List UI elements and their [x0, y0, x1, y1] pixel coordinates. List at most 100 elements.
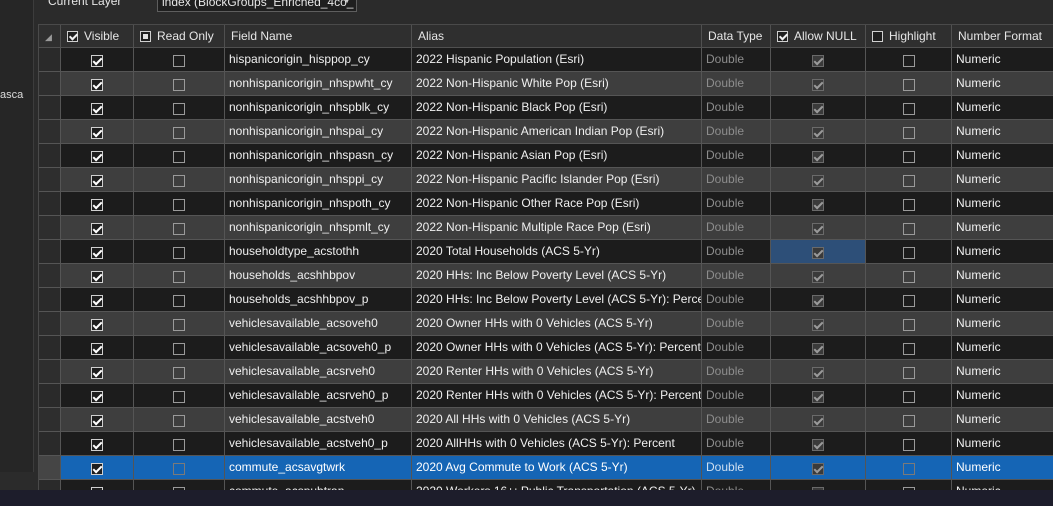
highlight-cell[interactable] [866, 336, 952, 360]
table-row[interactable]: nonhispanicorigin_nhspmlt_cy 2022 Non-His… [39, 216, 1053, 240]
read-only-cell[interactable] [134, 120, 225, 144]
alias-cell[interactable]: 2020 AllHHs with 0 Vehicles (ACS 5-Yr): … [412, 432, 702, 456]
number-format-cell[interactable]: Numeric [952, 48, 1053, 72]
read-only-checkbox[interactable] [173, 199, 185, 211]
read-only-checkbox[interactable] [173, 247, 185, 259]
row-selector[interactable] [39, 216, 61, 240]
number-format-cell[interactable]: Numeric [952, 144, 1053, 168]
number-format-cell[interactable]: Numeric [952, 288, 1053, 312]
visible-cell[interactable] [61, 456, 134, 480]
visible-cell[interactable] [61, 360, 134, 384]
read-only-cell[interactable] [134, 312, 225, 336]
highlight-checkbox[interactable] [902, 367, 915, 379]
allow-null-cell[interactable] [771, 288, 866, 312]
column-header-number-format[interactable]: Number Format [952, 25, 1053, 48]
read-only-cell[interactable] [134, 72, 225, 96]
table-row[interactable]: vehiclesavailable_acstveh0_p 2020 AllHHs … [39, 432, 1053, 456]
visible-cell[interactable] [61, 288, 134, 312]
highlight-checkbox[interactable] [902, 79, 915, 91]
visible-checkbox[interactable] [91, 127, 103, 139]
visible-checkbox[interactable] [91, 79, 103, 91]
visible-cell[interactable] [61, 240, 134, 264]
row-selector[interactable] [39, 192, 61, 216]
visible-checkbox[interactable] [91, 367, 103, 379]
alias-cell[interactable]: 2022 Non-Hispanic Other Race Pop (Esri) [412, 192, 702, 216]
visible-cell[interactable] [61, 144, 134, 168]
column-header-field-name[interactable]: Field Name [225, 25, 412, 48]
read-only-checkbox[interactable] [173, 367, 185, 379]
visible-checkbox[interactable] [91, 319, 103, 331]
read-only-checkbox[interactable] [173, 439, 185, 451]
highlight-cell[interactable] [866, 96, 952, 120]
visible-cell[interactable] [61, 168, 134, 192]
highlight-cell[interactable] [866, 120, 952, 144]
number-format-cell[interactable]: Numeric [952, 432, 1053, 456]
field-name-cell[interactable]: hispanicorigin_hisppop_cy [225, 48, 412, 72]
number-format-cell[interactable]: Numeric [952, 240, 1053, 264]
read-only-cell[interactable] [134, 408, 225, 432]
visible-cell[interactable] [61, 216, 134, 240]
field-name-cell[interactable]: vehiclesavailable_acsoveh0_p [225, 336, 412, 360]
read-only-cell[interactable] [134, 192, 225, 216]
row-selector[interactable] [39, 336, 61, 360]
number-format-cell[interactable]: Numeric [952, 168, 1053, 192]
field-name-cell[interactable]: vehiclesavailable_acstveh0_p [225, 432, 412, 456]
visible-cell[interactable] [61, 384, 134, 408]
allow-null-cell[interactable] [771, 48, 866, 72]
highlight-checkbox[interactable] [902, 55, 915, 67]
number-format-cell[interactable]: Numeric [952, 192, 1053, 216]
alias-cell[interactable]: 2020 Avg Commute to Work (ACS 5-Yr) [412, 456, 702, 480]
visible-checkbox[interactable] [91, 103, 103, 115]
allow-null-cell[interactable] [771, 168, 866, 192]
alias-cell[interactable]: 2020 Renter HHs with 0 Vehicles (ACS 5-Y… [412, 384, 702, 408]
read-only-checkbox[interactable] [173, 103, 185, 115]
row-selector[interactable] [39, 120, 61, 144]
visible-all-checkbox[interactable] [67, 31, 78, 42]
read-only-all-checkbox[interactable] [140, 31, 151, 42]
visible-checkbox[interactable] [91, 247, 103, 259]
row-selector[interactable] [39, 360, 61, 384]
visible-checkbox[interactable] [91, 55, 103, 67]
row-selector[interactable] [39, 48, 61, 72]
visible-checkbox[interactable] [91, 223, 103, 235]
read-only-cell[interactable] [134, 336, 225, 360]
allow-null-cell[interactable] [771, 144, 866, 168]
column-header-highlight[interactable]: Highlight [866, 25, 952, 48]
visible-checkbox[interactable] [91, 343, 103, 355]
number-format-cell[interactable]: Numeric [952, 336, 1053, 360]
read-only-checkbox[interactable] [173, 271, 185, 283]
read-only-cell[interactable] [134, 384, 225, 408]
table-row[interactable]: vehiclesavailable_acsoveh0 2020 Owner HHs… [39, 312, 1053, 336]
allow-null-cell[interactable] [771, 96, 866, 120]
visible-cell[interactable] [61, 120, 134, 144]
highlight-checkbox[interactable] [902, 127, 915, 139]
visible-checkbox[interactable] [91, 151, 103, 163]
field-name-cell[interactable]: vehiclesavailable_acsrveh0 [225, 360, 412, 384]
highlight-cell[interactable] [866, 432, 952, 456]
read-only-checkbox[interactable] [173, 295, 185, 307]
number-format-cell[interactable]: Numeric [952, 96, 1053, 120]
table-row[interactable]: nonhispanicorigin_nhspoth_cy 2022 Non-His… [39, 192, 1053, 216]
table-row[interactable]: nonhispanicorigin_nhspwht_cy 2022 Non-His… [39, 72, 1053, 96]
allow-null-cell[interactable] [771, 312, 866, 336]
row-selector[interactable] [39, 144, 61, 168]
alias-cell[interactable]: 2020 Owner HHs with 0 Vehicles (ACS 5-Yr… [412, 336, 702, 360]
field-name-cell[interactable]: nonhispanicorigin_nhspai_cy [225, 120, 412, 144]
highlight-cell[interactable] [866, 72, 952, 96]
field-name-cell[interactable]: commute_acsavgtwrk [225, 456, 412, 480]
visible-checkbox[interactable] [91, 439, 103, 451]
visible-cell[interactable] [61, 432, 134, 456]
row-selector[interactable] [39, 264, 61, 288]
visible-checkbox[interactable] [91, 415, 103, 427]
highlight-checkbox[interactable] [902, 247, 915, 259]
alias-cell[interactable]: 2020 Total Households (ACS 5-Yr) [412, 240, 702, 264]
field-name-cell[interactable]: nonhispanicorigin_nhspblk_cy [225, 96, 412, 120]
visible-cell[interactable] [61, 72, 134, 96]
number-format-cell[interactable]: Numeric [952, 408, 1053, 432]
allow-null-cell[interactable] [771, 216, 866, 240]
read-only-checkbox[interactable] [173, 55, 185, 67]
allow-null-cell[interactable] [771, 72, 866, 96]
table-row[interactable]: households_acshhbpov_p 2020 HHs: Inc Belo… [39, 288, 1053, 312]
table-row[interactable]: hispanicorigin_hisppop_cy 2022 Hispanic P… [39, 48, 1053, 72]
highlight-checkbox[interactable] [902, 463, 915, 475]
